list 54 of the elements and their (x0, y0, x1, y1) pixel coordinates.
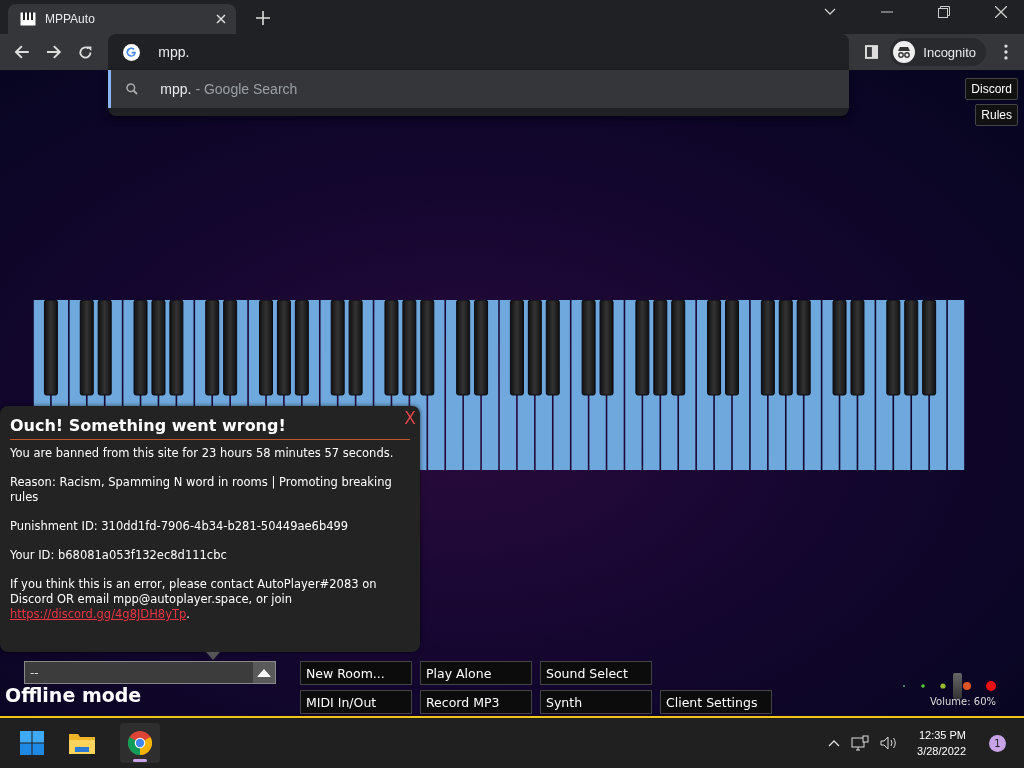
dialog-paragraph: Reason: Racism, Spamming N word in rooms | Promoting breaking rules (10, 475, 393, 505)
volume-label: Volume: 60% (930, 696, 996, 707)
tab-title: MPPAuto (45, 12, 96, 26)
windows-start-icon[interactable] (20, 731, 44, 755)
nav-link[interactable]: Discord (965, 78, 1018, 100)
chevron-up-icon[interactable] (828, 739, 841, 747)
menu-button[interactable]: MIDI In/Out (300, 690, 412, 714)
volume-slider[interactable] (902, 673, 996, 699)
taskbar-app[interactable] (120, 723, 160, 763)
folder-icon (69, 732, 95, 754)
back-arrow-icon[interactable] (14, 45, 30, 59)
chevron-down-icon[interactable] (824, 7, 836, 16)
status-text: Offline mode (5, 684, 143, 706)
dialog-paragraph: If you think this is an error, please contact AutoPlayer#2083 on Discord OR email mpp@autoplayer.space, or join https://discord.gg/4g8JDH8yTp. (10, 577, 378, 622)
suggestion-query: mpp. (160, 81, 192, 97)
menu-button[interactable]: Record MP3 (420, 690, 532, 714)
nav-link[interactable]: Rules (975, 104, 1018, 126)
address-bar[interactable]: mpp. (108, 34, 849, 70)
reload-icon[interactable] (77, 44, 93, 60)
menu-button[interactable]: Play Alone (420, 661, 532, 685)
minimize-icon[interactable] (881, 10, 893, 13)
pointer-triangle-icon (206, 652, 220, 660)
menu-button[interactable]: Client Settings (660, 690, 772, 714)
clock-time: 12:35 PM (918, 728, 966, 743)
search-suggestion[interactable]: mpp. - Google Search (108, 70, 849, 108)
network-icon[interactable] (851, 735, 870, 751)
room-select[interactable]: -- (24, 661, 276, 684)
suggestion-hint: - Google Search (195, 81, 298, 97)
incognito-icon (893, 41, 916, 63)
dialog-paragraph: You are banned from this site for 23 hours 58 minutes 57 seconds. (10, 446, 395, 461)
piano-icon (20, 12, 36, 26)
close-icon[interactable] (216, 14, 226, 24)
new-tab-icon[interactable] (256, 11, 270, 25)
more-menu-icon[interactable] (1004, 44, 1008, 60)
volume-knob[interactable] (952, 673, 962, 699)
speaker-icon[interactable] (880, 736, 899, 750)
search-icon (126, 83, 139, 95)
browser-tab[interactable]: MPPAuto (8, 4, 236, 34)
close-icon[interactable] (995, 5, 1007, 18)
clock-date: 3/28/2022 (917, 744, 966, 759)
dialog-paragraph: Your ID: b68081a053f132ec8d111cbc (10, 548, 228, 563)
notification-badge[interactable]: 1 (989, 734, 1006, 752)
forward-arrow-icon[interactable] (45, 45, 62, 59)
menu-button[interactable]: New Room... (300, 661, 412, 685)
side-panel-icon[interactable] (864, 45, 879, 59)
google-g-icon (123, 43, 141, 61)
browser-logo-icon (128, 731, 152, 755)
system-clock[interactable]: 12:35 PM 3/28/2022 (917, 727, 966, 759)
menu-button[interactable]: Synth (540, 690, 652, 714)
caret-up-icon (257, 668, 271, 677)
incognito-chip[interactable]: Incognito (890, 38, 987, 66)
restore-icon[interactable] (938, 5, 950, 18)
menu-button[interactable]: Sound Select (540, 661, 652, 685)
dialog-paragraph: Punishment ID: 310dd1fd-7906-4b34-b281-50449ae6b499 (10, 519, 350, 534)
